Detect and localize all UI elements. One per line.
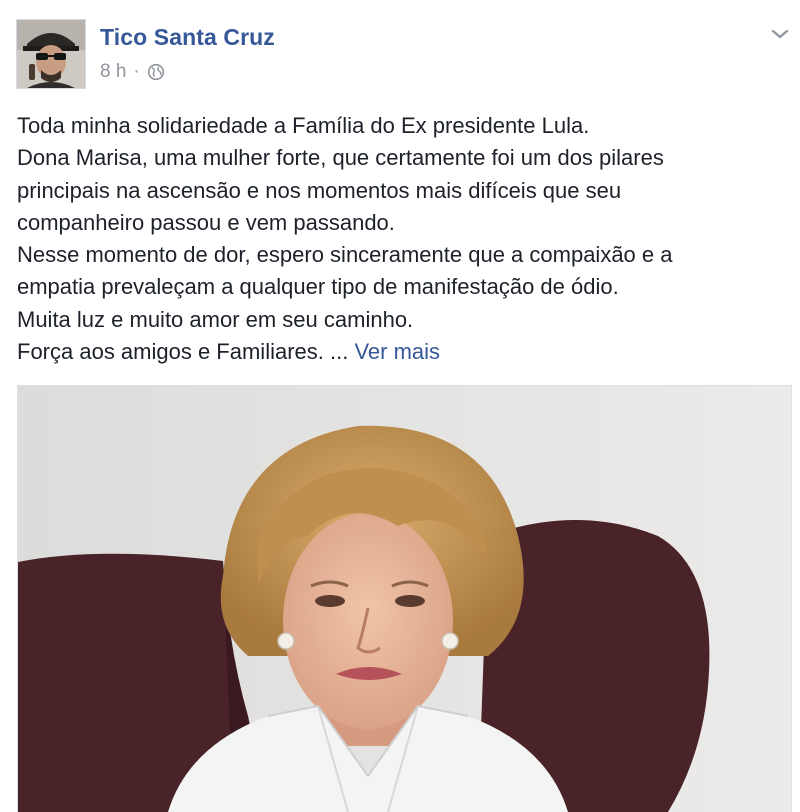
chevron-down-icon[interactable] <box>768 26 792 42</box>
avatar-image <box>17 20 85 88</box>
post-body-line: companheiro passou e vem passando. <box>17 209 395 235</box>
facebook-post: Tico Santa Cruz 8 h · Toda minha solidar… <box>0 0 800 812</box>
avatar[interactable] <box>16 19 86 89</box>
see-more-link[interactable]: Ver mais <box>354 339 440 364</box>
post-body-line: Muita luz e muito amor em seu caminho. <box>17 306 414 332</box>
post-body-line: principais na ascensão e nos momentos ma… <box>17 177 622 203</box>
meta-separator: · <box>133 61 140 82</box>
post-body-line: empatia prevaleçam a qualquer tipo de ma… <box>17 274 619 300</box>
post-meta: 8 h · <box>100 61 165 83</box>
post-timestamp[interactable]: 8 h <box>100 61 126 83</box>
post-body-line: Dona Marisa, uma mulher forte, que certa… <box>17 145 664 171</box>
post-body-line: Força aos amigos e Familiares. ... <box>17 339 349 365</box>
post-body: Toda minha solidariedade a Família do Ex… <box>17 110 789 368</box>
post-body-line: Nesse momento de dor, espero sincerament… <box>17 242 673 268</box>
post-body-line: Toda minha solidariedade a Família do Ex… <box>17 113 590 138</box>
post-body-last-line: Força aos amigos e Familiares. ... Ver m… <box>17 336 789 368</box>
post-photo[interactable] <box>17 385 792 812</box>
portrait-image <box>18 386 791 812</box>
author-name[interactable]: Tico Santa Cruz <box>100 24 275 51</box>
globe-icon <box>147 63 165 81</box>
